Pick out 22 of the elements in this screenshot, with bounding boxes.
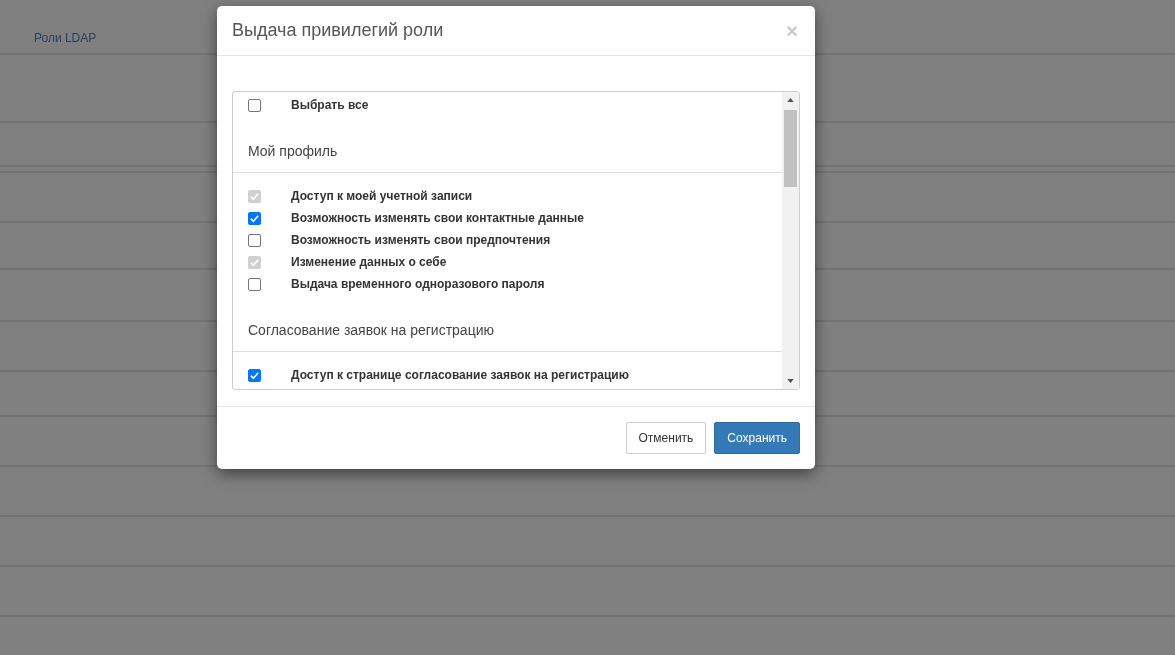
checkbox[interactable] [248, 233, 261, 247]
checkbox-label: Выбрать все [291, 97, 369, 114]
checkbox-label: Изменение данных о себе [291, 254, 447, 271]
checkbox-label: Возможность изменять свои предпочтения [291, 232, 551, 249]
checkbox[interactable] [248, 277, 261, 291]
checkbox-label: Выдача временного одноразового пароля [291, 276, 545, 293]
scroll-down-icon[interactable] [787, 379, 794, 383]
nav-link[interactable]: Роли LDAP [34, 31, 97, 45]
checkbox-label: Возможность изменять свои контактные данные [291, 210, 585, 227]
checkbox[interactable] [248, 98, 261, 112]
scrollbar-thumb[interactable] [784, 110, 797, 187]
scroll-up-icon[interactable] [787, 98, 794, 102]
checkbox-label: Доступ к странице согласование заявок на регистрацию [291, 367, 629, 384]
cancel-button[interactable]: Отменить [625, 422, 707, 454]
modal-title: Выдача привилегий роли [232, 19, 444, 42]
scrollbar[interactable] [782, 92, 799, 389]
checkbox[interactable] [248, 211, 261, 225]
save-button[interactable]: Сохранить [714, 422, 800, 454]
section-heading: Мой профиль [248, 142, 338, 161]
checkbox-label: Доступ к моей учетной записи [291, 188, 473, 205]
section-heading: Согласование заявок на регистрацию [248, 321, 494, 340]
checkbox[interactable] [248, 368, 261, 382]
